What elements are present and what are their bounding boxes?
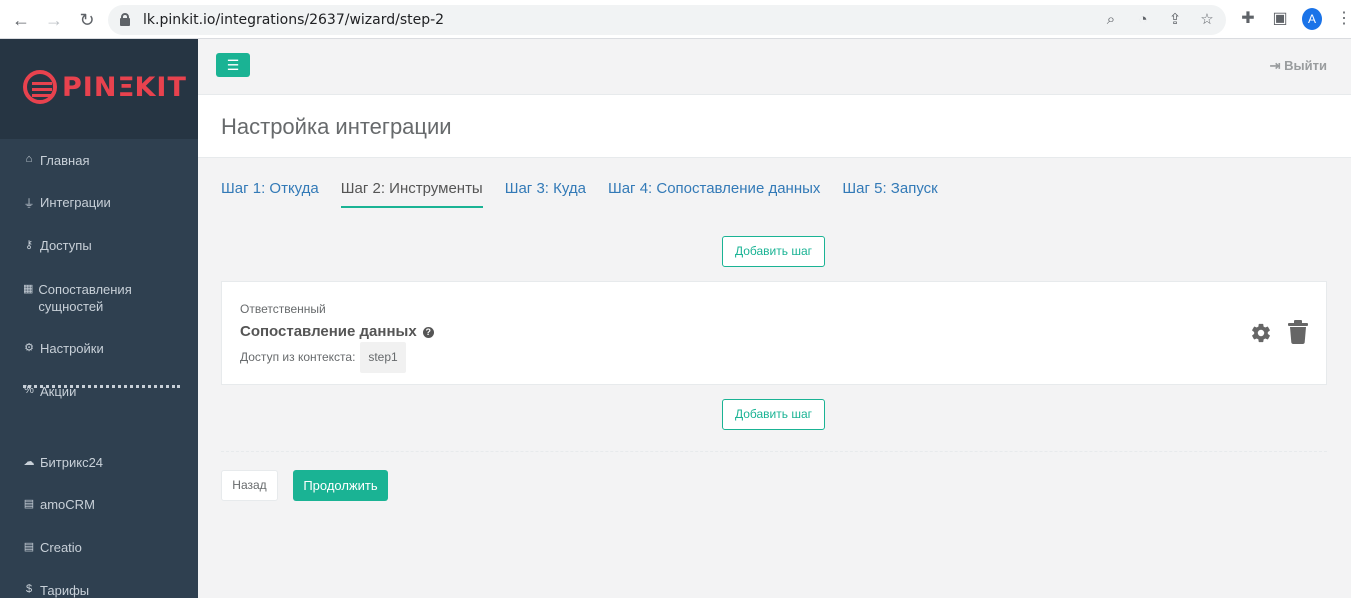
side-panel-icon[interactable]: ▣: [1270, 8, 1290, 30]
sidebar-item-label: Creatio: [40, 540, 82, 555]
sidebar-item-label: Сопоставления сущностей: [38, 282, 132, 314]
url-text[interactable]: lk.pinkit.io/integrations/2637/wizard/st…: [143, 12, 444, 28]
wizard-tabs: Шаг 1: Откуда Шаг 2: Инструменты Шаг 3: …: [221, 180, 938, 208]
step-card: Ответственный Сопоставление данных? Дост…: [221, 281, 1327, 385]
sidebar: PINΞKIT: [0, 39, 198, 598]
back-arrow-icon[interactable]: ←: [10, 9, 32, 31]
sidebar-item-label: Настройки: [40, 341, 104, 356]
page-heading: Настройка интеграции: [198, 95, 1351, 158]
tab-step-1[interactable]: Шаг 1: Откуда: [221, 180, 319, 208]
cloud-icon: ☁: [23, 456, 35, 468]
logo-area: PINΞKIT: [0, 39, 198, 139]
continue-button[interactable]: Продолжить: [293, 470, 388, 501]
back-button[interactable]: Назад: [221, 470, 278, 501]
performance-icon[interactable]: ◔: [1134, 11, 1152, 29]
add-step-button-top[interactable]: Добавить шаг: [722, 236, 825, 267]
dollar-icon: $: [25, 583, 33, 595]
logout-label: Выйти: [1284, 58, 1327, 73]
step-card-title-text: Сопоставление данных: [240, 323, 417, 340]
question-circle-icon[interactable]: ?: [422, 327, 434, 338]
share-icon[interactable]: ⇪: [1166, 11, 1184, 29]
sidebar-divider: [23, 385, 180, 388]
table-icon: ▦: [23, 283, 34, 295]
extensions-puzzle-icon[interactable]: ✚: [1238, 8, 1258, 30]
context-value-chip: step1: [360, 342, 406, 373]
profile-avatar[interactable]: A: [1302, 8, 1322, 30]
sidebar-item-label: Доступы: [40, 238, 92, 253]
sidebar-item-settings[interactable]: ⚙ Настройки: [23, 341, 104, 356]
tab-step-2[interactable]: Шаг 2: Инструменты: [340, 180, 483, 208]
browser-toolbar: ← → ↻ lk.pinkit.io/integrations/2637/wiz…: [0, 0, 1351, 39]
logo-mark-icon: [23, 70, 57, 104]
context-access-label: Доступ из контекста:: [240, 350, 356, 364]
logout-link[interactable]: ⇥ Выйти: [1270, 58, 1327, 74]
step-card-title: Сопоставление данных?: [240, 323, 434, 340]
logo-text[interactable]: PINΞKIT: [62, 72, 187, 103]
sidebar-item-bitrix24[interactable]: ☁ Битрикс24: [23, 455, 104, 470]
gears-icon: ⚙: [24, 342, 34, 354]
top-navbar: ☰ ⇥ Выйти: [198, 39, 1351, 95]
page-title: Настройка интеграции: [221, 114, 452, 139]
address-bar[interactable]: lk.pinkit.io/integrations/2637/wizard/st…: [108, 5, 1226, 35]
sign-out-icon: ⇥: [1269, 58, 1281, 73]
add-step-button-bottom[interactable]: Добавить шаг: [722, 399, 825, 430]
sidebar-item-label: Тарифы: [40, 583, 90, 598]
sidebar-item-home[interactable]: ⌂ Главная: [23, 153, 90, 168]
gear-icon[interactable]: [1250, 322, 1272, 344]
bookmark-star-icon[interactable]: ☆: [1198, 11, 1216, 29]
tab-step-3[interactable]: Шаг 3: Куда: [505, 180, 586, 208]
sidebar-item-amocrm[interactable]: ▤ amoCRM: [23, 497, 95, 512]
trash-icon[interactable]: [1287, 320, 1309, 344]
plug-icon: ⏚: [23, 198, 35, 210]
zoom-icon[interactable]: ⌕: [1102, 11, 1120, 29]
forward-arrow-icon[interactable]: →: [43, 9, 65, 31]
hamburger-icon: ☰: [226, 57, 240, 73]
sidebar-item-label: amoCRM: [40, 497, 95, 512]
tab-step-4[interactable]: Шаг 4: Сопоставление данных: [608, 180, 820, 208]
sidebar-item-label: Битрикс24: [40, 455, 104, 470]
sidebar-item-label: Интеграции: [40, 195, 111, 210]
key-icon: ⚷: [24, 239, 34, 251]
step-card-label: Ответственный: [240, 302, 326, 316]
sidebar-item-integrations[interactable]: ⏚ Интеграции: [23, 195, 111, 211]
sidebar-item-access[interactable]: ⚷ Доступы: [23, 238, 92, 253]
tab-step-5[interactable]: Шаг 5: Запуск: [842, 180, 937, 208]
sidebar-item-creatio[interactable]: ▤ Creatio: [23, 540, 82, 555]
reload-icon[interactable]: ↻: [76, 9, 98, 31]
lock-icon: [120, 13, 130, 26]
sidebar-item-pricing[interactable]: $ Тарифы: [23, 583, 89, 598]
home-icon: ⌂: [25, 153, 33, 165]
menu-toggle-button[interactable]: ☰: [216, 53, 250, 77]
browser-menu-icon[interactable]: ⋮: [1334, 8, 1351, 30]
server-icon: ▤: [23, 541, 35, 553]
sidebar-item-entity-mapping[interactable]: ▦ Сопоставления сущностей: [23, 281, 153, 315]
server-icon: ▤: [23, 498, 35, 510]
form-divider: [221, 451, 1327, 452]
sidebar-item-label: Главная: [40, 153, 90, 168]
